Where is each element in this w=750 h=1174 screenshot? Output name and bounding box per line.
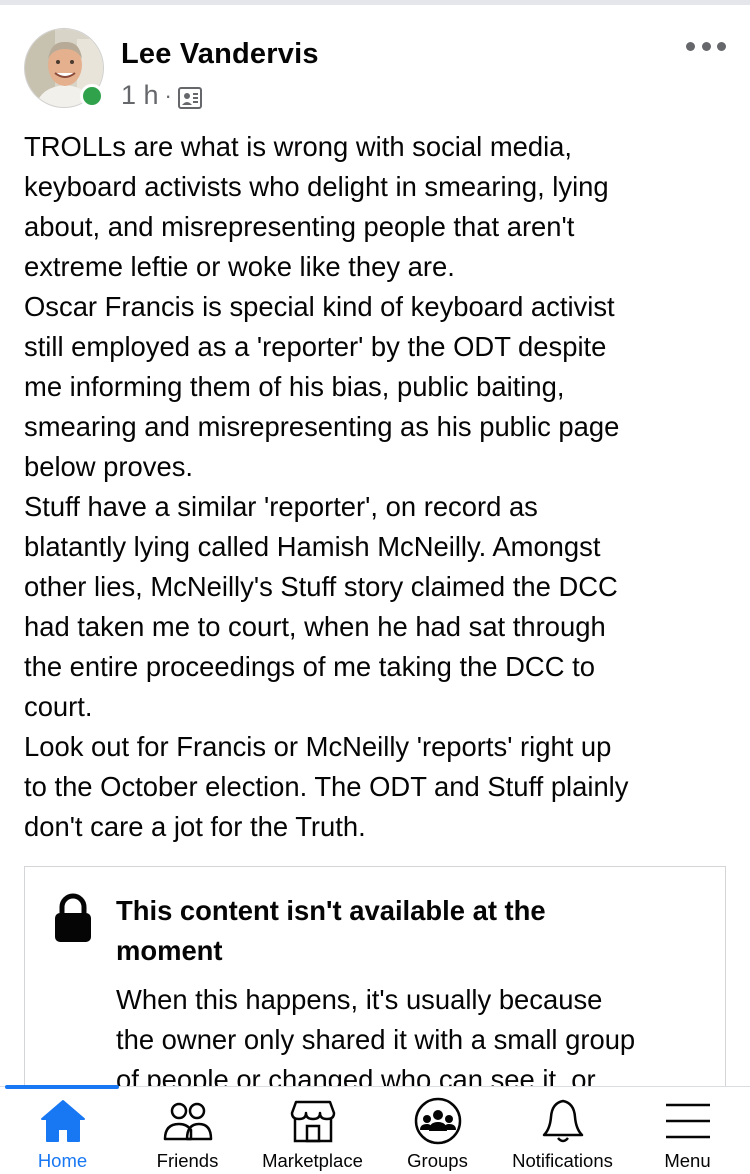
post-text-line: don't care a jot for the Truth. bbox=[24, 811, 366, 842]
meta-separator: · bbox=[164, 82, 172, 108]
author-name[interactable]: Lee Vandervis bbox=[121, 38, 319, 71]
tab-label: Home bbox=[37, 1150, 88, 1171]
avatar[interactable] bbox=[24, 28, 104, 108]
lock-icon bbox=[53, 893, 93, 943]
tab-label: Groups bbox=[407, 1150, 468, 1171]
post-text-line: TROLLs are what is wrong with social med… bbox=[24, 131, 573, 162]
tab-label: Friends bbox=[156, 1150, 219, 1171]
post-text-line: below proves. bbox=[24, 451, 193, 482]
top-divider bbox=[0, 0, 750, 5]
online-status-indicator bbox=[80, 84, 104, 108]
more-dot bbox=[717, 41, 726, 51]
post-text-line: keyboard activists who delight in smeari… bbox=[24, 171, 609, 202]
post-text-line: Stuff have a similar 'reporter', on reco… bbox=[24, 491, 538, 522]
post-header: Lee Vandervis 1 h · bbox=[24, 28, 726, 112]
post-time[interactable]: 1 h bbox=[121, 80, 159, 111]
post-text-line: to the October election. The ODT and Stu… bbox=[24, 771, 629, 802]
post-body: TROLLs are what is wrong with social med… bbox=[24, 127, 724, 847]
tab-home[interactable]: Home bbox=[0, 1087, 125, 1174]
tab-label: Menu bbox=[664, 1150, 711, 1171]
marketplace-icon bbox=[290, 1100, 335, 1143]
post-text-line: Look out for Francis or McNeilly 'report… bbox=[24, 731, 612, 762]
unavailable-description: When this happens, it's usually because … bbox=[116, 980, 716, 1100]
bell-icon bbox=[542, 1099, 583, 1143]
tab-notifications[interactable]: Notifications bbox=[500, 1087, 625, 1174]
tab-label: Marketplace bbox=[262, 1150, 363, 1171]
post-text-line: extreme leftie or woke like they are. bbox=[24, 251, 455, 282]
post-text-line: had taken me to court, when he had sat t… bbox=[24, 611, 606, 642]
post-text-line: me informing them of his bias, public ba… bbox=[24, 371, 565, 402]
more-dot bbox=[701, 41, 711, 51]
post-text-line: blatantly lying called Hamish McNeilly. … bbox=[24, 531, 601, 562]
menu-icon bbox=[665, 1103, 710, 1139]
friends-icon bbox=[163, 1102, 212, 1141]
post-text-line: Oscar Francis is special kind of keyboar… bbox=[24, 291, 615, 322]
tab-label: Notifications bbox=[512, 1150, 613, 1171]
tab-groups[interactable]: Groups bbox=[375, 1087, 500, 1174]
home-icon bbox=[40, 1100, 85, 1142]
post-meta: 1 h · bbox=[121, 80, 202, 111]
public-page-icon bbox=[177, 85, 202, 109]
more-options-button[interactable] bbox=[686, 34, 726, 58]
bottom-tab-bar: Home Friends Marketplace Groups Notifica… bbox=[0, 1085, 750, 1174]
unavailable-title-line: This content isn't available at the bbox=[116, 895, 546, 926]
unavailable-description-line: When this happens, it's usually because bbox=[116, 984, 603, 1015]
groups-icon bbox=[414, 1097, 461, 1145]
post-text-line: smearing and misrepresenting as his publ… bbox=[24, 411, 620, 442]
more-dot bbox=[686, 41, 695, 51]
tab-menu[interactable]: Menu bbox=[625, 1087, 750, 1174]
unavailable-title-line: moment bbox=[116, 935, 223, 966]
unavailable-title: This content isn't available at the mome… bbox=[116, 891, 676, 971]
tab-friends[interactable]: Friends bbox=[125, 1087, 250, 1174]
post-text-line: other lies, McNeilly's Stuff story claim… bbox=[24, 571, 618, 602]
post-text-line: the entire proceedings of me taking the … bbox=[24, 651, 595, 682]
post-text-line: about, and misrepresenting people that a… bbox=[24, 211, 575, 242]
tab-marketplace[interactable]: Marketplace bbox=[250, 1087, 375, 1174]
unavailable-description-line: the owner only shared it with a small gr… bbox=[116, 1024, 636, 1055]
post-text-line: court. bbox=[24, 691, 93, 722]
post-text-line: still employed as a 'reporter' by the OD… bbox=[24, 331, 607, 362]
